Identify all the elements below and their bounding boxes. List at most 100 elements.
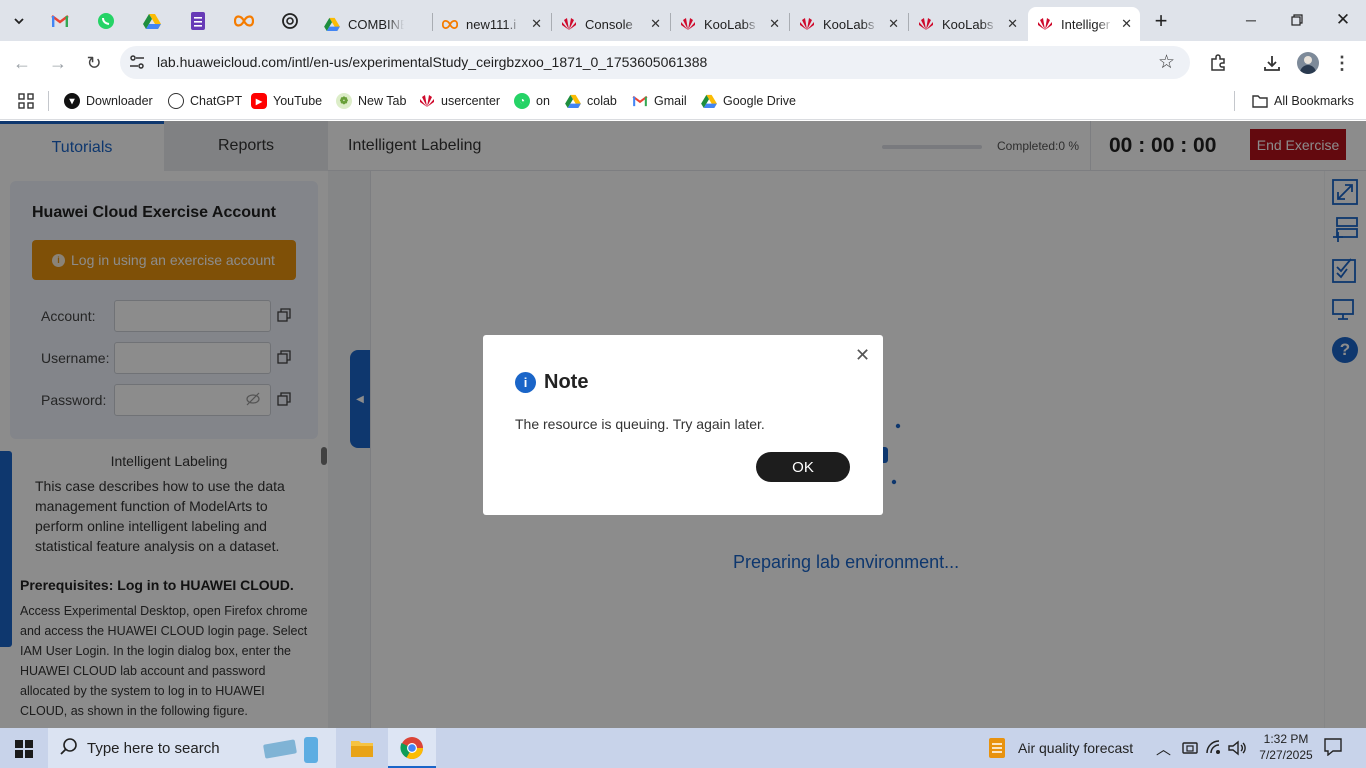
- huawei-icon: [918, 16, 934, 32]
- tab-combine[interactable]: COMBINE ×: [316, 7, 432, 41]
- youtube-icon: ▶: [251, 93, 267, 109]
- network-icon[interactable]: [1206, 739, 1224, 762]
- pinned-tab-whatsapp[interactable]: [95, 10, 117, 32]
- close-tab-icon[interactable]: ✕: [1121, 16, 1132, 32]
- minimize-button[interactable]: ─: [1228, 0, 1274, 40]
- close-tab-icon[interactable]: ✕: [769, 16, 780, 32]
- tab-title: KooLabs: [823, 16, 875, 32]
- extensions-button[interactable]: [1206, 52, 1230, 74]
- close-tab-icon[interactable]: ✕: [650, 16, 661, 32]
- all-bookmarks-button[interactable]: All Bookmarks: [1252, 92, 1354, 110]
- drive-icon: [143, 14, 161, 29]
- forward-button[interactable]: →: [46, 52, 70, 74]
- chevron-up-icon[interactable]: ︿: [1156, 738, 1171, 759]
- folder-icon: [1252, 93, 1268, 109]
- back-button[interactable]: ←: [10, 52, 34, 74]
- tab-title: COMBINE: [348, 16, 404, 32]
- close-window-button[interactable]: ✕: [1320, 0, 1366, 40]
- chrome-taskbar-button[interactable]: [388, 728, 436, 768]
- tab-strip: COMBINE × new111.i ✕ Console ✕ KooLabs ✕…: [0, 0, 1366, 41]
- bookmark-google-drive[interactable]: Google Drive: [701, 92, 796, 110]
- whatsapp-icon: ◔: [514, 93, 530, 109]
- reload-icon: ↻: [86, 52, 102, 73]
- chatgpt-icon: [168, 93, 184, 109]
- pinned-tab-chatgpt[interactable]: [279, 10, 301, 32]
- search-icon: [60, 738, 78, 761]
- address-bar[interactable]: lab.huaweicloud.com/intl/en-us/experimen…: [120, 46, 1190, 79]
- huawei-icon: [1037, 16, 1053, 32]
- close-tab-icon[interactable]: ✕: [888, 16, 899, 32]
- huawei-icon: [561, 16, 577, 32]
- restore-button[interactable]: [1274, 0, 1320, 40]
- forms-icon: [191, 12, 205, 30]
- dialog-message: The resource is queuing. Try again later…: [515, 416, 765, 432]
- bookmark-new-tab[interactable]: ❁ New Tab: [336, 92, 406, 110]
- search-highlight-icon: [262, 734, 322, 764]
- tab-console[interactable]: Console ✕: [553, 7, 669, 41]
- bookmark-gmail[interactable]: Gmail: [632, 92, 687, 110]
- drive-icon: [701, 93, 717, 109]
- tab-title: Console: [585, 16, 633, 32]
- tab-intelligent-active[interactable]: Intelliger ✕: [1028, 7, 1140, 41]
- close-tab-icon[interactable]: ✕: [1007, 16, 1018, 32]
- windows-taskbar: Type here to search Air quality forecast…: [0, 728, 1366, 768]
- close-tab-icon[interactable]: ✕: [531, 16, 542, 32]
- apps-grid-icon: [18, 93, 34, 109]
- apps-button[interactable]: [18, 92, 34, 110]
- site-info-icon[interactable]: [128, 53, 146, 76]
- tab-koolabs-1[interactable]: KooLabs ✕: [672, 7, 788, 41]
- pinned-tab-drive[interactable]: [141, 10, 163, 32]
- whatsapp-icon: [98, 13, 114, 29]
- file-explorer-icon[interactable]: [350, 737, 374, 764]
- note-dialog: ✕ i Note The resource is queuing. Try ag…: [483, 335, 883, 515]
- tab-title: Intelliger: [1061, 16, 1111, 32]
- pinned-tab-forms[interactable]: [187, 10, 209, 32]
- infinity-icon: [234, 15, 254, 27]
- bookmark-downloader[interactable]: ▾ Downloader: [64, 92, 153, 110]
- tab-title: KooLabs: [704, 16, 756, 32]
- bookmark-on[interactable]: ◔ on: [514, 92, 550, 110]
- reload-button[interactable]: ↻: [82, 52, 106, 74]
- clock-date: 7/27/2025: [1259, 748, 1313, 762]
- search-placeholder: Type here to search: [87, 740, 220, 757]
- dialog-close-icon[interactable]: ✕: [855, 345, 870, 366]
- notifications-icon[interactable]: [1324, 738, 1342, 761]
- volume-icon[interactable]: [1228, 739, 1246, 762]
- info-icon: i: [515, 372, 536, 393]
- weather-icon[interactable]: [987, 737, 1007, 764]
- ok-button[interactable]: OK: [756, 452, 850, 482]
- download-icon: [1264, 56, 1280, 71]
- tab-search-button[interactable]: [8, 10, 30, 32]
- chrome-menu-button[interactable]: ⋮: [1333, 52, 1351, 74]
- infinity-icon: [442, 16, 458, 32]
- clock[interactable]: 1:32 PM 7/27/2025: [1255, 731, 1317, 763]
- bookmark-colab[interactable]: colab: [565, 92, 617, 110]
- bookmark-usercenter[interactable]: usercenter: [419, 92, 500, 110]
- tab-new111[interactable]: new111.i ✕: [434, 7, 550, 41]
- plus-icon: +: [1154, 8, 1168, 33]
- arrow-left-icon: ←: [13, 52, 31, 73]
- drive-icon: [324, 16, 340, 32]
- new-tab-button[interactable]: +: [1150, 8, 1172, 33]
- downloads-button[interactable]: [1260, 52, 1284, 74]
- new-tab-icon: ❁: [336, 93, 352, 109]
- gmail-icon: [51, 15, 69, 27]
- tab-koolabs-3[interactable]: KooLabs ✕: [910, 7, 1026, 41]
- huawei-icon: [680, 16, 696, 32]
- meet-now-icon[interactable]: [1182, 739, 1198, 762]
- more-vertical-icon: ⋮: [1333, 52, 1351, 73]
- pinned-tab-gmail[interactable]: [49, 10, 71, 32]
- profile-avatar[interactable]: [1297, 52, 1319, 74]
- pinned-tab-infinity[interactable]: [233, 10, 255, 32]
- chatgpt-icon: [282, 13, 298, 29]
- drive-icon: [565, 93, 581, 109]
- arrow-right-icon: →: [49, 52, 67, 73]
- taskbar-search[interactable]: Type here to search: [48, 728, 336, 768]
- bookmark-youtube[interactable]: ▶ YouTube: [251, 92, 322, 110]
- windows-start-icon[interactable]: [15, 740, 33, 763]
- weather-text[interactable]: Air quality forecast: [1018, 740, 1133, 756]
- bookmark-star-icon[interactable]: ☆: [1158, 51, 1175, 74]
- bookmark-chatgpt[interactable]: ChatGPT: [168, 92, 242, 110]
- tab-koolabs-2[interactable]: KooLabs ✕: [791, 7, 907, 41]
- tab-title: KooLabs: [942, 16, 994, 32]
